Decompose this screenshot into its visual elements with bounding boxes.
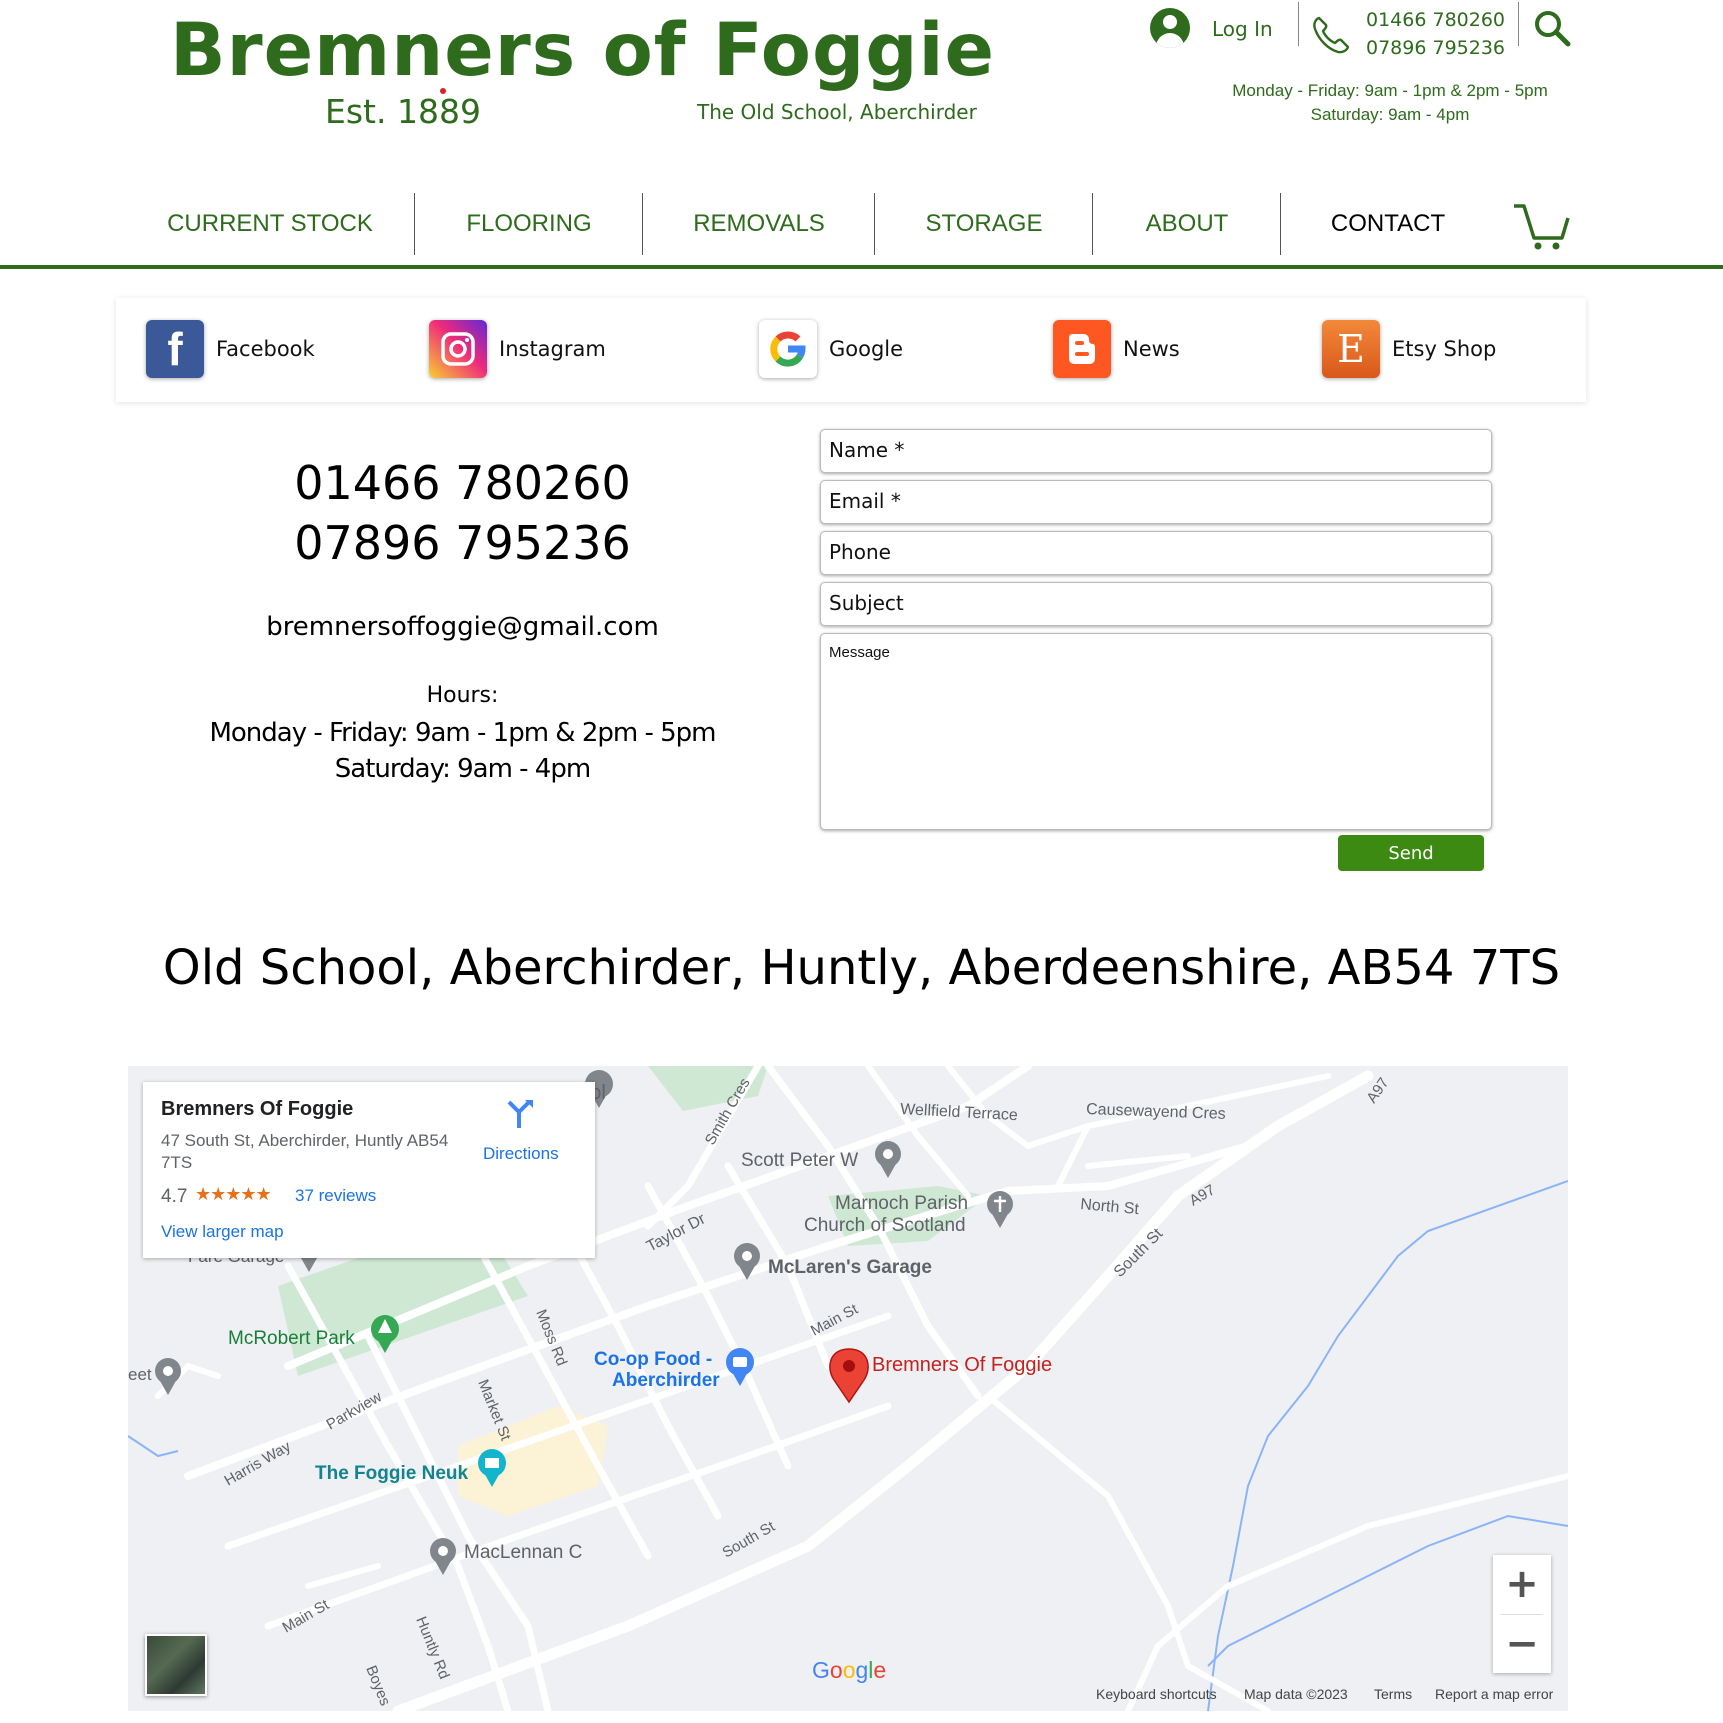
header-phone-2[interactable]: 07896 795236 bbox=[1366, 37, 1505, 59]
nav-contact[interactable]: CONTACT bbox=[1281, 193, 1495, 255]
place-rating: 4.7 bbox=[161, 1186, 188, 1207]
email-field[interactable]: Email * bbox=[820, 480, 1492, 524]
contact-email[interactable]: bremnersoffoggie@gmail.com bbox=[200, 612, 725, 642]
label-street: eet bbox=[128, 1365, 152, 1384]
header-divider bbox=[1298, 2, 1299, 46]
label-foggie-neuk: The Foggie Neuk bbox=[315, 1463, 469, 1484]
directions-link[interactable]: Directions bbox=[483, 1144, 559, 1164]
hours-label: Hours: bbox=[426, 683, 499, 708]
phone-field[interactable]: Phone bbox=[820, 531, 1492, 575]
reviews-link[interactable]: 37 reviews bbox=[295, 1186, 376, 1206]
label-boyes: Boyes bbox=[362, 1663, 393, 1708]
google-logo: Google bbox=[812, 1657, 887, 1683]
site-brand-title[interactable]: Bremners of Foggie bbox=[170, 8, 995, 93]
facebook-label[interactable]: Facebook bbox=[216, 337, 315, 361]
etsy-link[interactable]: E Etsy Shop bbox=[1322, 320, 1496, 378]
phone-icon bbox=[1313, 16, 1350, 54]
message-field[interactable]: Message bbox=[820, 633, 1492, 830]
location-tagline: The Old School, Aberchirder bbox=[697, 100, 977, 124]
send-button[interactable]: Send bbox=[1338, 835, 1484, 871]
fare-garage-pin[interactable] bbox=[301, 1258, 317, 1272]
street-pin[interactable] bbox=[155, 1358, 181, 1395]
header-hours-saturday: Saturday: 9am - 4pm bbox=[1310, 105, 1470, 124]
etsy-icon[interactable]: E bbox=[1322, 320, 1380, 378]
label-main-st-sw: Main St bbox=[280, 1596, 333, 1637]
blogger-icon[interactable] bbox=[1053, 320, 1111, 378]
label-maclennan: MacLennan C bbox=[464, 1542, 582, 1563]
contact-phone-2[interactable]: 07896 795236 bbox=[200, 516, 725, 570]
instagram-icon[interactable] bbox=[429, 320, 487, 378]
cart-icon[interactable] bbox=[1512, 202, 1570, 252]
place-address: 47 South St, Aberchirder, Huntly AB54 7T… bbox=[161, 1131, 449, 1172]
report-map-error-link[interactable]: Report a map error bbox=[1435, 1686, 1553, 1702]
directions-icon[interactable] bbox=[503, 1098, 535, 1130]
login-link[interactable]: Log In bbox=[1212, 17, 1273, 41]
zoom-out-button[interactable]: − bbox=[1493, 1615, 1551, 1673]
label-huntly-rd: Huntly Rd bbox=[412, 1614, 452, 1681]
zoom-in-button[interactable]: + bbox=[1493, 1555, 1551, 1613]
satellite-toggle[interactable] bbox=[145, 1634, 207, 1696]
label-coop-1: Co-op Food - bbox=[594, 1349, 712, 1370]
label-mcrobert-park: McRobert Park bbox=[228, 1328, 355, 1349]
news-link[interactable]: News bbox=[1053, 320, 1180, 378]
label-scott-peter: Scott Peter W bbox=[741, 1150, 858, 1171]
social-links-bar: f Facebook Instagram Google News E Etsy … bbox=[116, 298, 1586, 402]
nav-current-stock[interactable]: CURRENT STOCK bbox=[125, 193, 415, 255]
map-data-attribution: Map data ©2023 bbox=[1244, 1686, 1348, 1702]
label-marnoch-2: Church of Scotland bbox=[804, 1215, 966, 1236]
facebook-icon[interactable]: f bbox=[146, 320, 204, 378]
label-coop-2: Aberchirder bbox=[612, 1370, 720, 1391]
nav-removals[interactable]: REMOVALS bbox=[643, 193, 875, 255]
instagram-link[interactable]: Instagram bbox=[429, 320, 606, 378]
user-avatar-icon[interactable] bbox=[1150, 8, 1190, 48]
keyboard-shortcuts-link[interactable]: Keyboard shortcuts bbox=[1096, 1686, 1217, 1702]
subject-field[interactable]: Subject bbox=[820, 582, 1492, 626]
label-marnoch-1: Marnoch Parish bbox=[835, 1193, 968, 1214]
nav-underline bbox=[0, 265, 1723, 269]
search-icon[interactable] bbox=[1532, 8, 1572, 48]
instagram-label[interactable]: Instagram bbox=[499, 337, 606, 361]
nav-flooring[interactable]: FLOORING bbox=[415, 193, 643, 255]
hours-weekday: Monday - Friday: 9am - 1pm & 2pm - 5pm bbox=[209, 718, 716, 748]
facebook-link[interactable]: f Facebook bbox=[146, 320, 315, 378]
etsy-label[interactable]: Etsy Shop bbox=[1392, 337, 1496, 361]
terms-link[interactable]: Terms bbox=[1374, 1686, 1412, 1702]
location-pin-icon[interactable] bbox=[829, 1348, 869, 1404]
header-hours-weekday: Monday - Friday: 9am - 1pm & 2pm - 5pm bbox=[1232, 81, 1548, 100]
decorative-dot bbox=[440, 88, 446, 94]
name-field[interactable]: Name * bbox=[820, 429, 1492, 473]
label-bremners: Bremners Of Foggie bbox=[872, 1354, 1052, 1376]
label-mclarens: McLaren's Garage bbox=[768, 1257, 932, 1278]
label-south-st-s: South St bbox=[720, 1518, 779, 1562]
map-info-card: Bremners Of Foggie 47 South St, Aberchir… bbox=[143, 1082, 595, 1258]
google-link[interactable]: Google bbox=[759, 320, 903, 378]
map-zoom-controls: + − bbox=[1493, 1555, 1551, 1673]
google-label[interactable]: Google bbox=[829, 337, 903, 361]
rating-stars-icon: ★★★★★ bbox=[195, 1184, 272, 1204]
main-nav: CURRENT STOCK FLOORING REMOVALS STORAGE … bbox=[125, 193, 1575, 255]
google-icon[interactable] bbox=[759, 320, 817, 378]
place-name: Bremners Of Foggie bbox=[161, 1098, 354, 1120]
contact-phone-1[interactable]: 01466 780260 bbox=[200, 456, 725, 510]
label-north-st: North St bbox=[1080, 1196, 1140, 1218]
stream bbox=[128, 1435, 179, 1458]
hours-saturday: Saturday: 9am - 4pm bbox=[334, 754, 591, 784]
view-larger-map-link[interactable]: View larger map bbox=[161, 1222, 284, 1242]
address-heading: Old School, Aberchirder, Huntly, Aberdee… bbox=[162, 940, 1561, 996]
nav-about[interactable]: ABOUT bbox=[1093, 193, 1281, 255]
header-phone-1[interactable]: 01466 780260 bbox=[1366, 9, 1505, 31]
scott-peter-pin[interactable] bbox=[875, 1141, 901, 1178]
news-label[interactable]: News bbox=[1123, 337, 1180, 361]
header-divider bbox=[1518, 2, 1519, 46]
church-pin[interactable] bbox=[987, 1191, 1013, 1228]
established-year: Est. 1889 bbox=[325, 92, 481, 131]
nav-storage[interactable]: STORAGE bbox=[875, 193, 1093, 255]
